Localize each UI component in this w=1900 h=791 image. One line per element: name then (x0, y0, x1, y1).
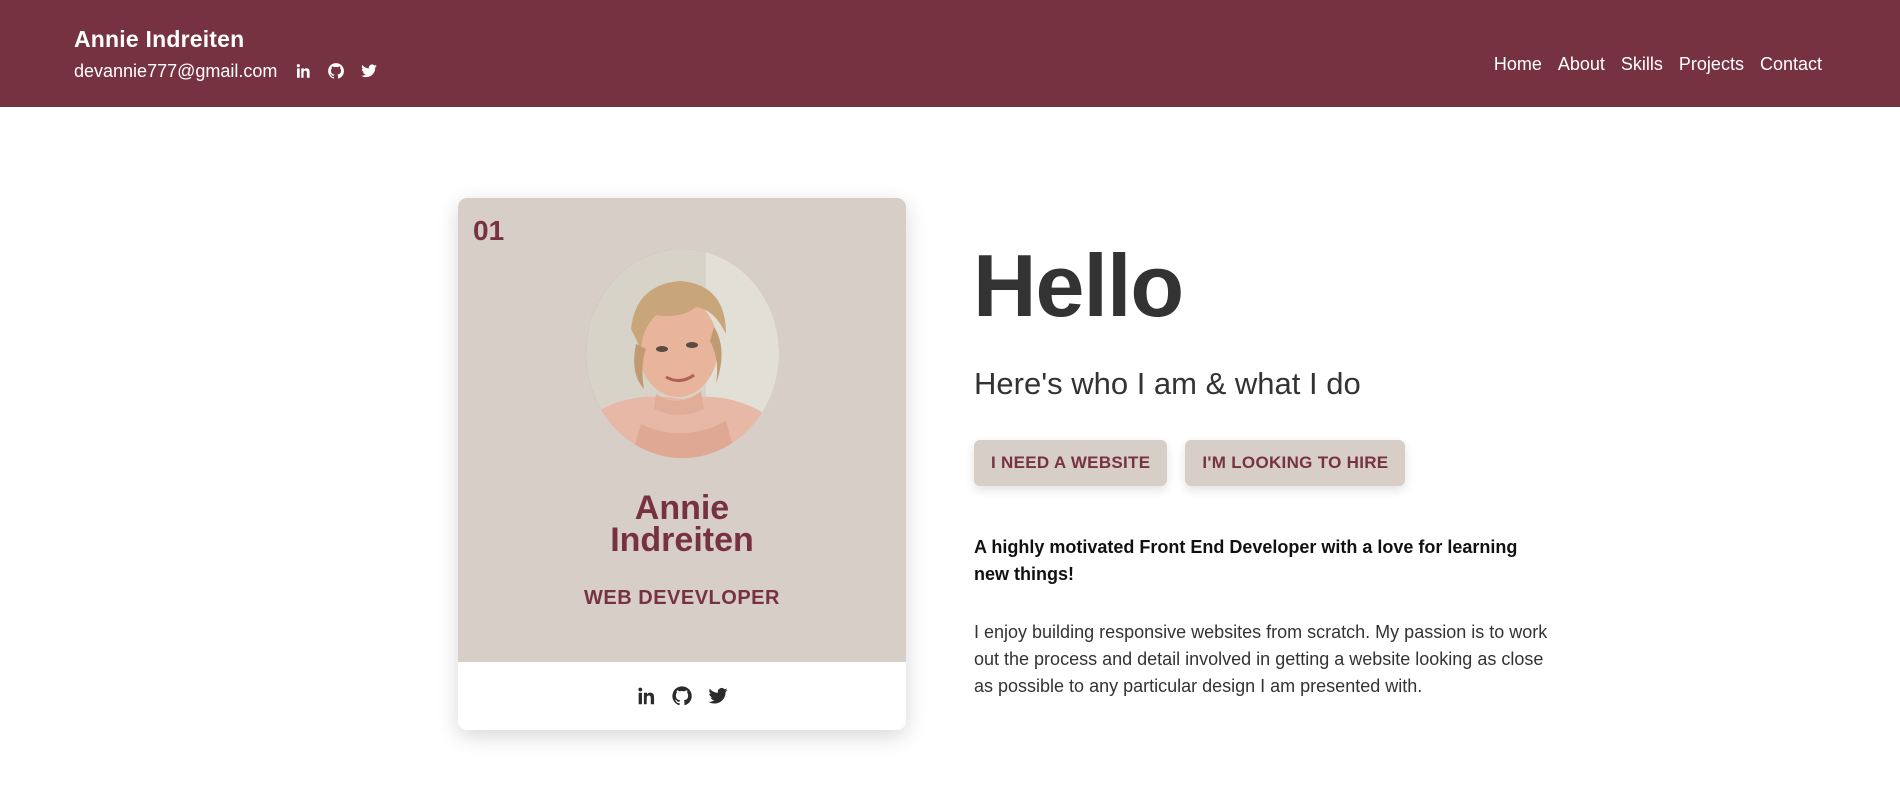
hero-subtitle: Here's who I am & what I do (974, 366, 1361, 401)
linkedin-icon[interactable] (634, 684, 658, 708)
brand-contact-row: devannie777@gmail.com (74, 59, 392, 83)
hero-title: Hello (973, 236, 1184, 335)
twitter-icon[interactable] (706, 684, 730, 708)
card-role: WEB DEVEVLOPER (584, 587, 780, 609)
card-social-bar (458, 662, 906, 730)
nav-projects[interactable]: Projects (1679, 52, 1744, 76)
email-link[interactable]: devannie777@gmail.com (74, 59, 277, 83)
brand-name: Annie Indreiten (74, 26, 245, 52)
site-header: Annie Indreiten devannie777@gmail.com Ho… (0, 0, 1900, 107)
nav-contact[interactable]: Contact (1760, 52, 1822, 76)
hero-lead: A highly motivated Front End Developer w… (974, 537, 1518, 584)
hero-buttons: I NEED A WEBSITE I'M LOOKING TO HIRE (974, 440, 1423, 486)
main-nav: Home About Skills Projects Contact (1478, 52, 1822, 76)
nav-about[interactable]: About (1558, 52, 1605, 76)
linkedin-icon[interactable] (293, 61, 313, 81)
brand: Annie Indreiten devannie777@gmail.com (74, 25, 392, 83)
card-name-last: Indreiten (610, 521, 754, 559)
profile-card: 01 Annie Indreiten WEB DEVEVLOPER (458, 198, 906, 730)
card-name-first: Annie (634, 489, 730, 527)
avatar-portrait (586, 249, 779, 458)
need-website-button[interactable]: I NEED A WEBSITE (974, 440, 1168, 486)
card-name: Annie Indreiten (458, 489, 906, 559)
github-icon[interactable] (670, 684, 694, 708)
nav-skills[interactable]: Skills (1621, 52, 1663, 76)
nav-home[interactable]: Home (1494, 52, 1542, 76)
github-icon[interactable] (326, 61, 346, 81)
avatar (586, 249, 779, 458)
twitter-icon[interactable] (359, 61, 379, 81)
hero-description: I enjoy building responsive websites fro… (974, 622, 1548, 696)
looking-to-hire-button[interactable]: I'M LOOKING TO HIRE (1185, 440, 1406, 486)
card-number: 01 (473, 215, 505, 246)
profile-card-body: 01 Annie Indreiten WEB DEVEVLOPER (458, 198, 906, 662)
